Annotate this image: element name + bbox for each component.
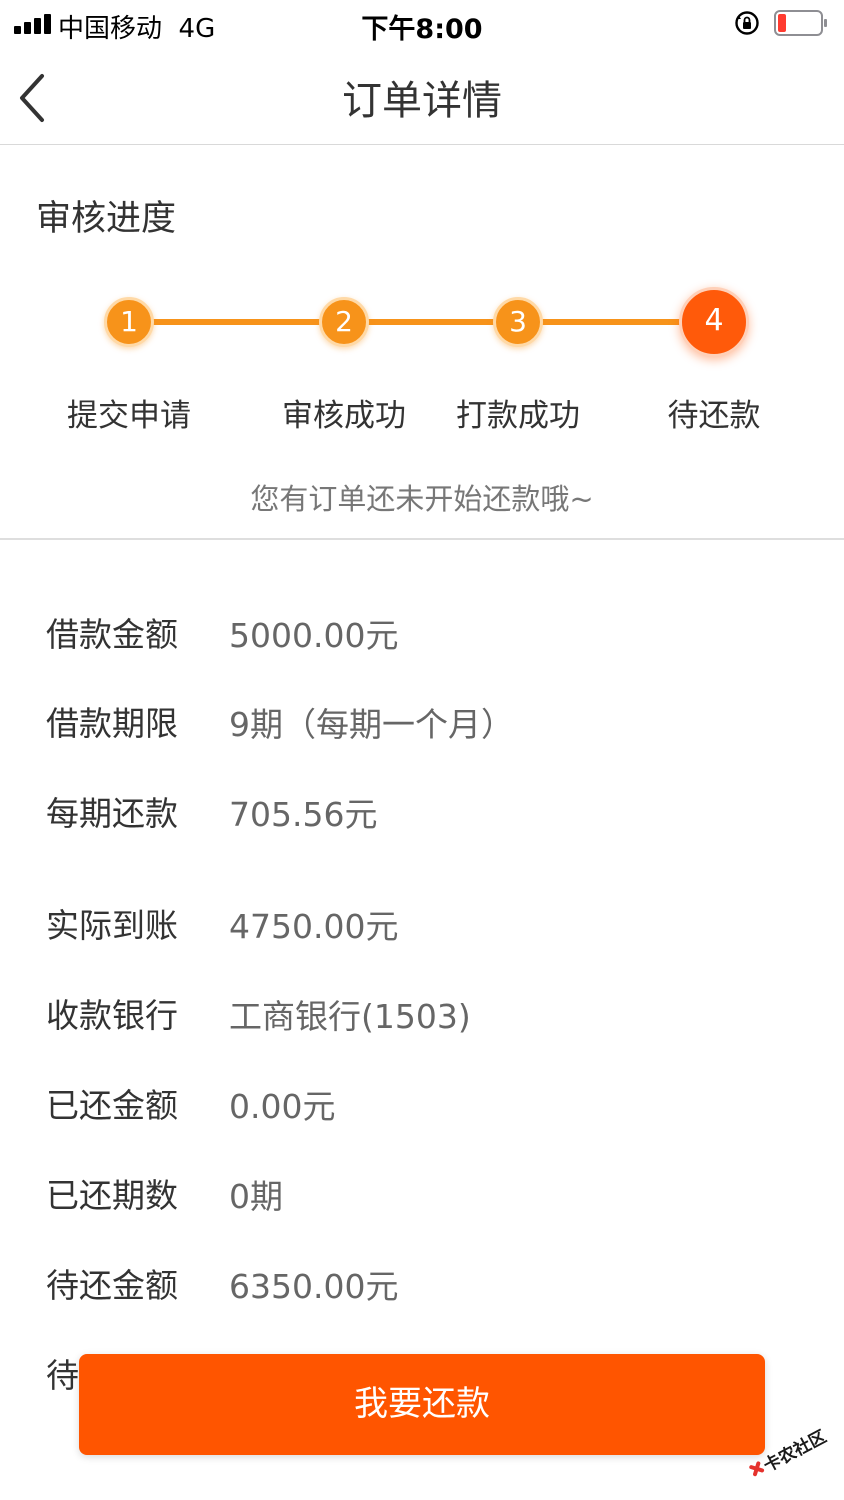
detail-value: 0期 xyxy=(229,1177,283,1216)
status-time: 下午8:00 xyxy=(361,14,483,45)
step-2-label: 审核成功 xyxy=(282,398,406,434)
detail-value: 705.56元 xyxy=(229,795,378,834)
progress-steps: 1 2 3 4 提交申请 审核成功 打款成功 待还款 xyxy=(0,280,844,440)
repayment-hint: 您有订单还未开始还款哦~ xyxy=(250,482,594,516)
detail-label: 已还金额 xyxy=(46,1086,178,1125)
progress-section-title: 审核进度 xyxy=(36,199,177,239)
detail-label: 已还期数 xyxy=(46,1176,178,1215)
step-3-dot: 3 xyxy=(493,297,543,347)
detail-value: 5000.00元 xyxy=(229,616,399,655)
detail-row-outstanding: 待还金额 6350.00元 xyxy=(46,1259,806,1306)
battery-icon xyxy=(774,10,827,36)
detail-label: 待还金额 xyxy=(46,1266,178,1305)
detail-label: 借款金额 xyxy=(46,615,178,654)
watermark-logo: 卡农社区 xyxy=(749,1426,830,1477)
detail-row-repaid-amount: 已还金额 0.00元 xyxy=(46,1079,806,1126)
step-4-label: 待还款 xyxy=(667,398,761,434)
status-bar: 中国移动 4G 下午8:00 xyxy=(0,0,844,48)
detail-row-installment: 每期还款 705.56元 xyxy=(46,787,806,834)
detail-row-bank: 收款银行 工商银行(1503) xyxy=(46,989,806,1036)
detail-value: 0.00元 xyxy=(229,1087,336,1126)
detail-row-repaid-periods: 已还期数 0期 xyxy=(46,1169,806,1216)
detail-label: 实际到账 xyxy=(46,906,178,945)
svg-text:卡农社区: 卡农社区 xyxy=(760,1426,830,1476)
detail-label: 待 xyxy=(46,1356,79,1395)
step-2-dot: 2 xyxy=(319,297,369,347)
detail-value: 4750.00元 xyxy=(229,907,399,946)
detail-value: 工商银行(1503) xyxy=(229,997,471,1036)
orientation-lock-icon xyxy=(735,11,759,35)
detail-label: 每期还款 xyxy=(46,794,178,833)
repay-button[interactable]: 我要还款 xyxy=(79,1354,765,1455)
detail-label: 收款银行 xyxy=(46,996,178,1035)
step-4-dot: 4 xyxy=(679,287,749,357)
nav-bar: 订单详情 xyxy=(0,48,844,145)
detail-row-loan-amount: 借款金额 5000.00元 xyxy=(46,608,806,655)
detail-row-loan-term: 借款期限 9期（每期一个月） xyxy=(46,697,806,744)
detail-value: 9期（每期一个月） xyxy=(229,705,514,744)
section-divider xyxy=(0,538,844,540)
progress-line xyxy=(129,319,714,325)
page-title: 订单详情 xyxy=(342,78,502,124)
step-1-dot: 1 xyxy=(104,297,154,347)
detail-label: 借款期限 xyxy=(46,704,178,743)
step-3-label: 打款成功 xyxy=(456,398,580,434)
detail-row-received: 实际到账 4750.00元 xyxy=(46,899,806,946)
detail-value: 6350.00元 xyxy=(229,1267,399,1306)
step-1-label: 提交申请 xyxy=(67,398,191,434)
